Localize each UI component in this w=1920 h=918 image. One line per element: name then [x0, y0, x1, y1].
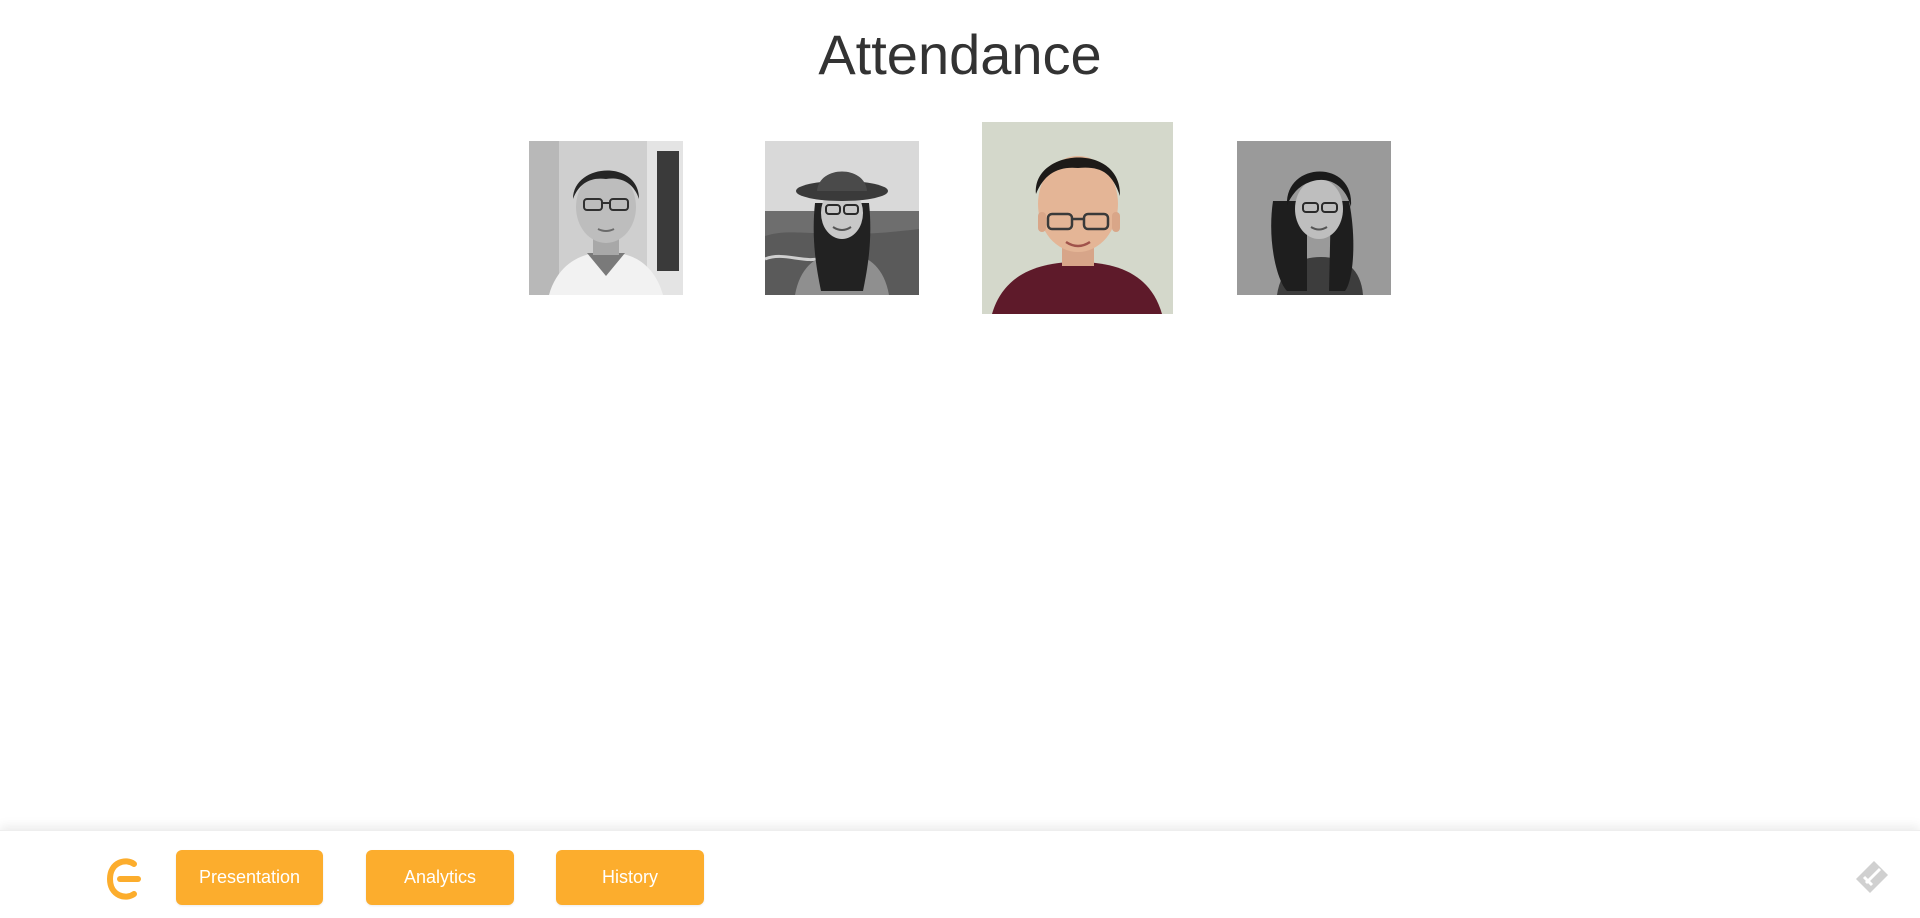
brand-logo-icon[interactable]: [104, 856, 144, 902]
history-button[interactable]: History: [556, 850, 704, 905]
bottom-toolbar: Presentation Analytics History: [0, 830, 1920, 918]
avatar: [1237, 141, 1391, 295]
avatar: [982, 122, 1173, 314]
avatar: [765, 141, 919, 295]
page-title: Attendance: [818, 23, 1102, 86]
attendee-photo-2[interactable]: [765, 141, 919, 295]
analytics-button[interactable]: Analytics: [366, 850, 514, 905]
avatar: [529, 141, 683, 295]
attendee-photo-4[interactable]: [1237, 141, 1391, 295]
attendance-page: Attendance Presentation Analytics Histor…: [0, 0, 1920, 918]
tag-icon[interactable]: [1852, 857, 1892, 897]
attendee-photo-3[interactable]: [982, 122, 1173, 314]
presentation-button[interactable]: Presentation: [176, 850, 323, 905]
attendee-photo-1[interactable]: [529, 141, 683, 295]
